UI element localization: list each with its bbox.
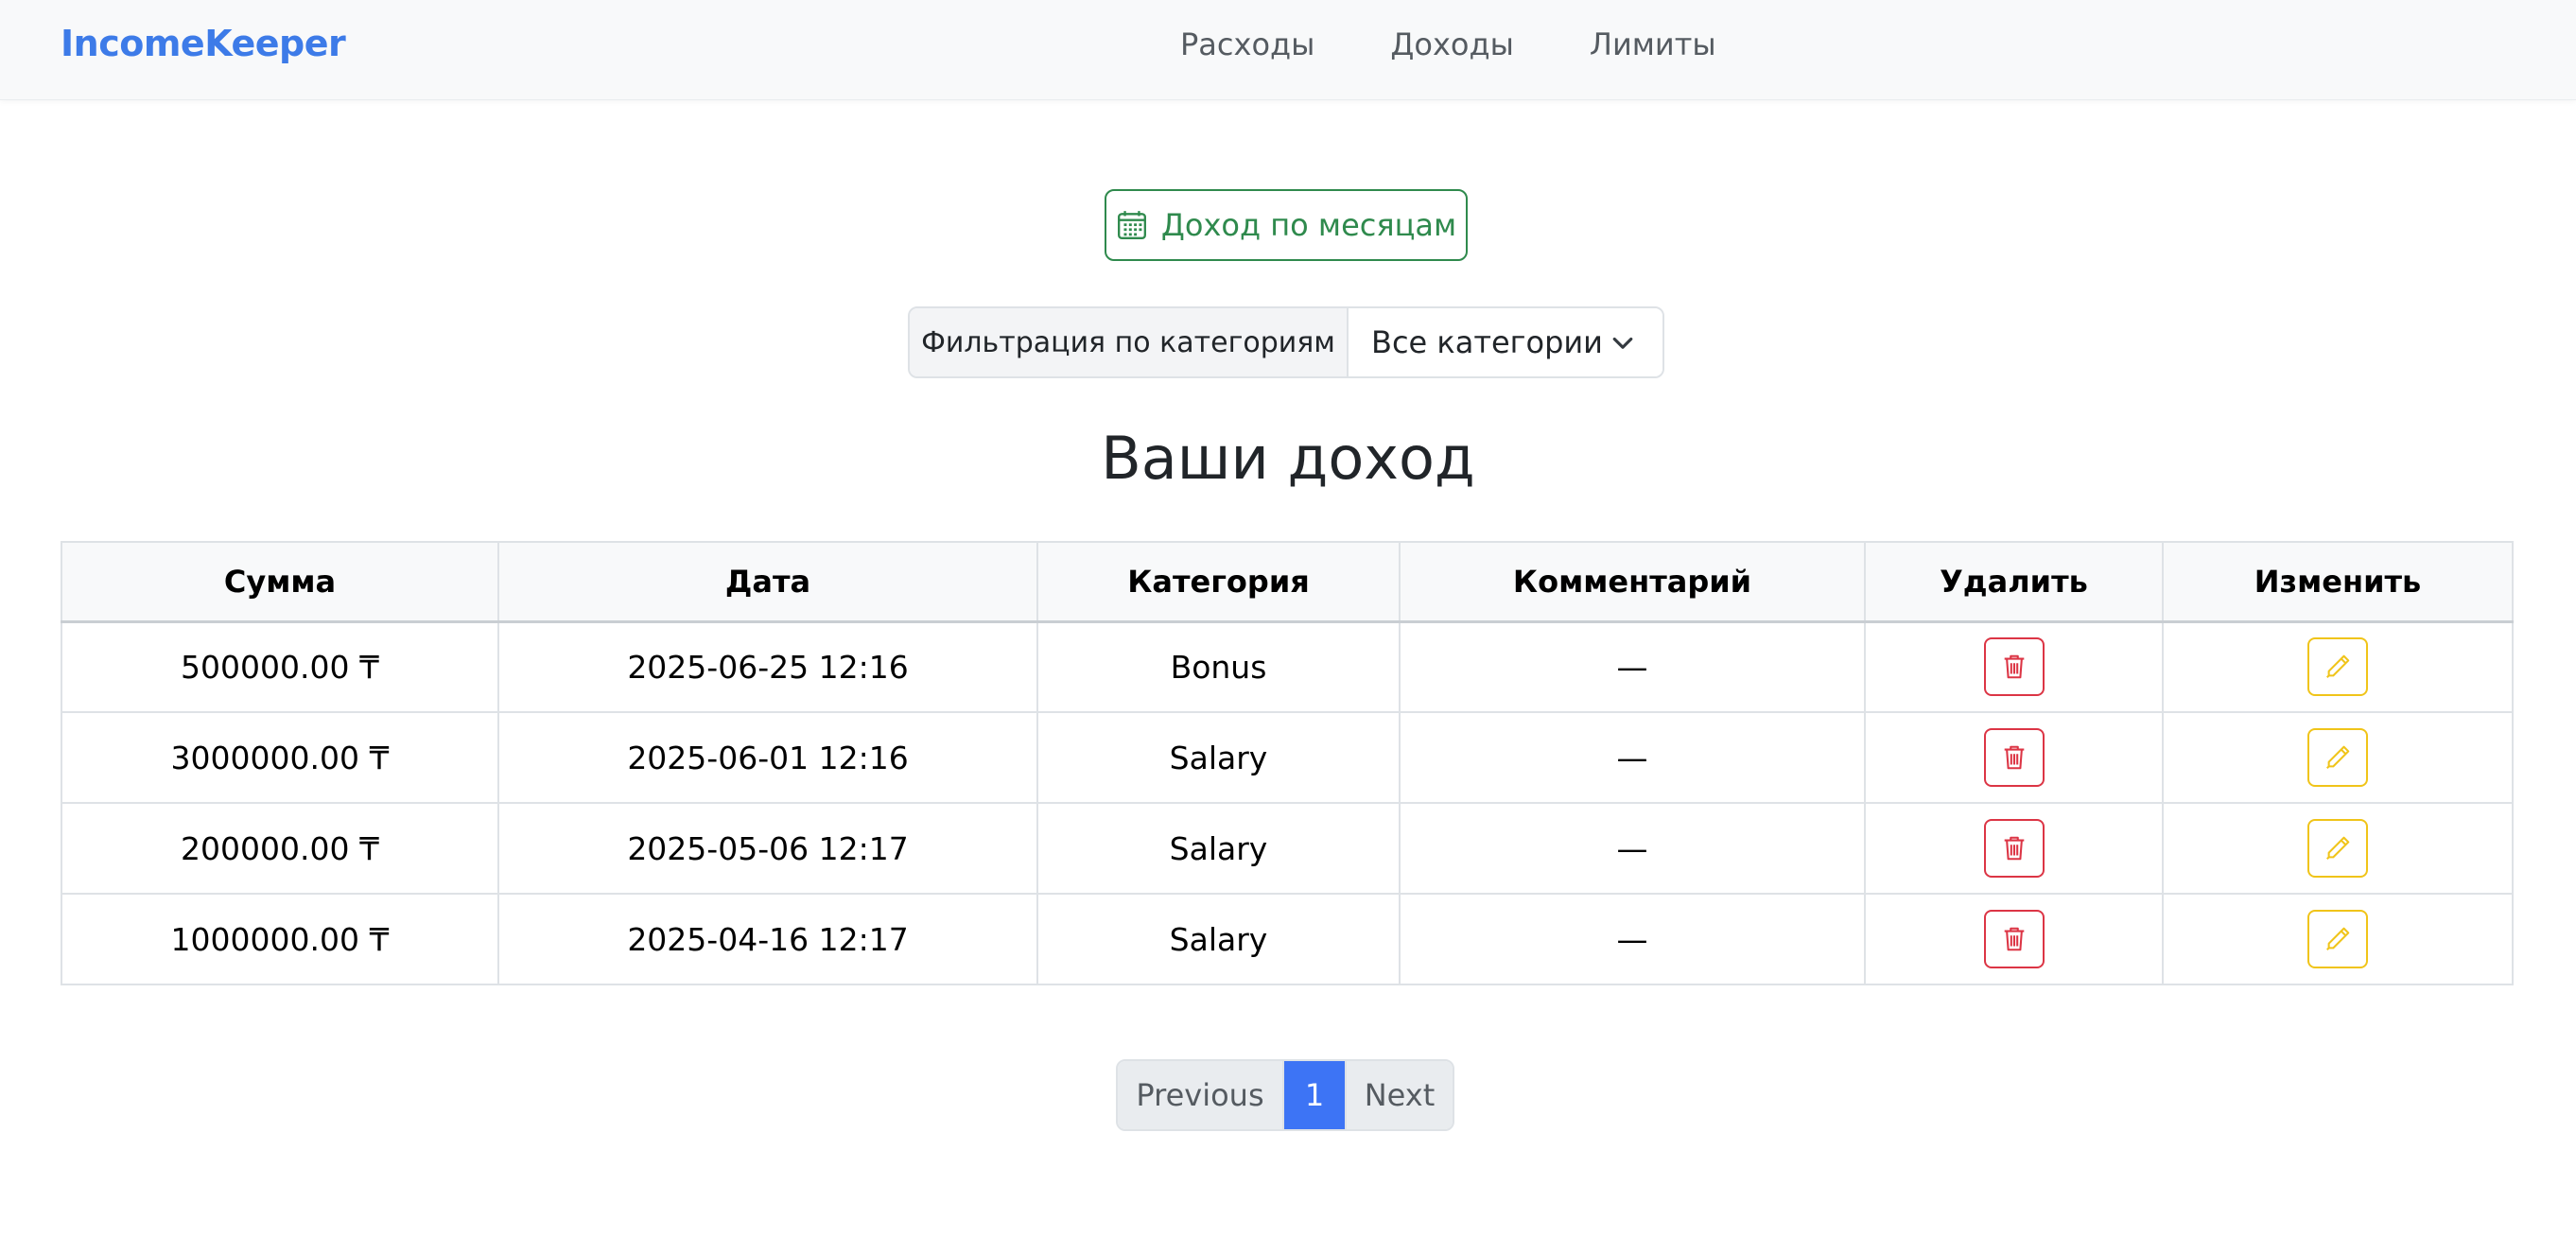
income-table-wrapper: Сумма Дата Категория Комментарий Удалить… xyxy=(61,541,2514,985)
pagination-next[interactable]: Next xyxy=(1345,1061,1453,1129)
cell-delete xyxy=(1864,711,2164,804)
pagination-previous[interactable]: Previous xyxy=(1118,1061,1284,1129)
cell-amount: 3000000.00 ₸ xyxy=(61,711,499,804)
brand-logo[interactable]: IncomeKeeper xyxy=(61,23,346,64)
cell-category: Salary xyxy=(1036,802,1401,895)
navbar: IncomeKeeper Расходы Доходы Лимиты xyxy=(0,0,2576,100)
edit-button[interactable] xyxy=(2307,637,2368,697)
header-delete: Удалить xyxy=(1864,541,2164,623)
cell-edit xyxy=(2162,802,2514,895)
cell-delete xyxy=(1864,802,2164,895)
delete-button[interactable] xyxy=(1983,819,2045,878)
table-header-row: Сумма Дата Категория Комментарий Удалить… xyxy=(61,541,2514,623)
pagination-page-1[interactable]: 1 xyxy=(1284,1061,1345,1129)
header-category: Категория xyxy=(1036,541,1401,623)
header-comment: Комментарий xyxy=(1399,541,1866,623)
cell-comment: — xyxy=(1399,711,1866,804)
calendar-icon xyxy=(1117,211,1146,239)
nav-link-limits[interactable]: Лимиты xyxy=(1590,26,1716,62)
nav-link-expenses[interactable]: Расходы xyxy=(1180,26,1314,62)
delete-button[interactable] xyxy=(1983,728,2045,787)
cell-category: Salary xyxy=(1036,711,1401,804)
nav-link-incomes[interactable]: Доходы xyxy=(1390,26,1513,62)
cell-category: Salary xyxy=(1036,893,1401,985)
income-table: Сумма Дата Категория Комментарий Удалить… xyxy=(61,541,2514,985)
cell-delete xyxy=(1864,620,2164,713)
trash-icon xyxy=(2004,836,2024,861)
delete-button[interactable] xyxy=(1983,910,2045,968)
pencil-icon xyxy=(2326,836,2350,860)
income-by-month-button[interactable]: Доход по месяцам xyxy=(1105,189,1468,261)
cell-edit xyxy=(2162,620,2514,713)
category-filter: Фильтрация по категориям Все категории xyxy=(908,306,1664,378)
pencil-icon xyxy=(2326,654,2350,679)
cell-edit xyxy=(2162,711,2514,804)
cell-amount: 200000.00 ₸ xyxy=(61,802,499,895)
table-row: 200000.00 ₸ 2025-05-06 12:17 Salary — xyxy=(61,802,2514,895)
chevron-down-icon xyxy=(1612,337,1633,349)
pencil-icon xyxy=(2326,745,2350,769)
table-row: 1000000.00 ₸ 2025-04-16 12:17 Salary — xyxy=(61,893,2514,985)
trash-icon xyxy=(2004,927,2024,951)
pencil-icon xyxy=(2326,927,2350,950)
table-row: 500000.00 ₸ 2025-06-25 12:16 Bonus — xyxy=(61,620,2514,713)
cell-comment: — xyxy=(1399,620,1866,713)
cell-amount: 500000.00 ₸ xyxy=(61,620,499,713)
header-date: Дата xyxy=(497,541,1038,623)
table-row: 3000000.00 ₸ 2025-06-01 12:16 Salary — xyxy=(61,711,2514,804)
edit-button[interactable] xyxy=(2307,819,2368,878)
category-filter-label: Фильтрация по категориям xyxy=(910,308,1349,376)
pagination: Previous 1 Next xyxy=(1116,1059,1454,1131)
cell-date: 2025-04-16 12:17 xyxy=(497,893,1038,985)
cell-comment: — xyxy=(1399,802,1866,895)
header-amount: Сумма xyxy=(61,541,499,623)
cell-date: 2025-06-25 12:16 xyxy=(497,620,1038,713)
cell-edit xyxy=(2162,893,2514,985)
trash-icon xyxy=(2004,745,2024,770)
page-title: Ваши доход xyxy=(1101,424,1475,493)
header-edit: Изменить xyxy=(2162,541,2514,623)
edit-button[interactable] xyxy=(2307,910,2368,968)
cell-amount: 1000000.00 ₸ xyxy=(61,893,499,985)
income-by-month-label: Доход по месяцам xyxy=(1160,207,1457,243)
trash-icon xyxy=(2004,654,2024,679)
nav-links: Расходы Доходы Лимиты xyxy=(1180,26,1716,62)
category-select-value: Все категории xyxy=(1371,324,1603,360)
cell-delete xyxy=(1864,893,2164,985)
cell-date: 2025-06-01 12:16 xyxy=(497,711,1038,804)
cell-date: 2025-05-06 12:17 xyxy=(497,802,1038,895)
delete-button[interactable] xyxy=(1983,637,2045,697)
edit-button[interactable] xyxy=(2307,728,2368,787)
cell-comment: — xyxy=(1399,893,1866,985)
cell-category: Bonus xyxy=(1036,620,1401,713)
category-select[interactable]: Все категории xyxy=(1349,308,1662,376)
